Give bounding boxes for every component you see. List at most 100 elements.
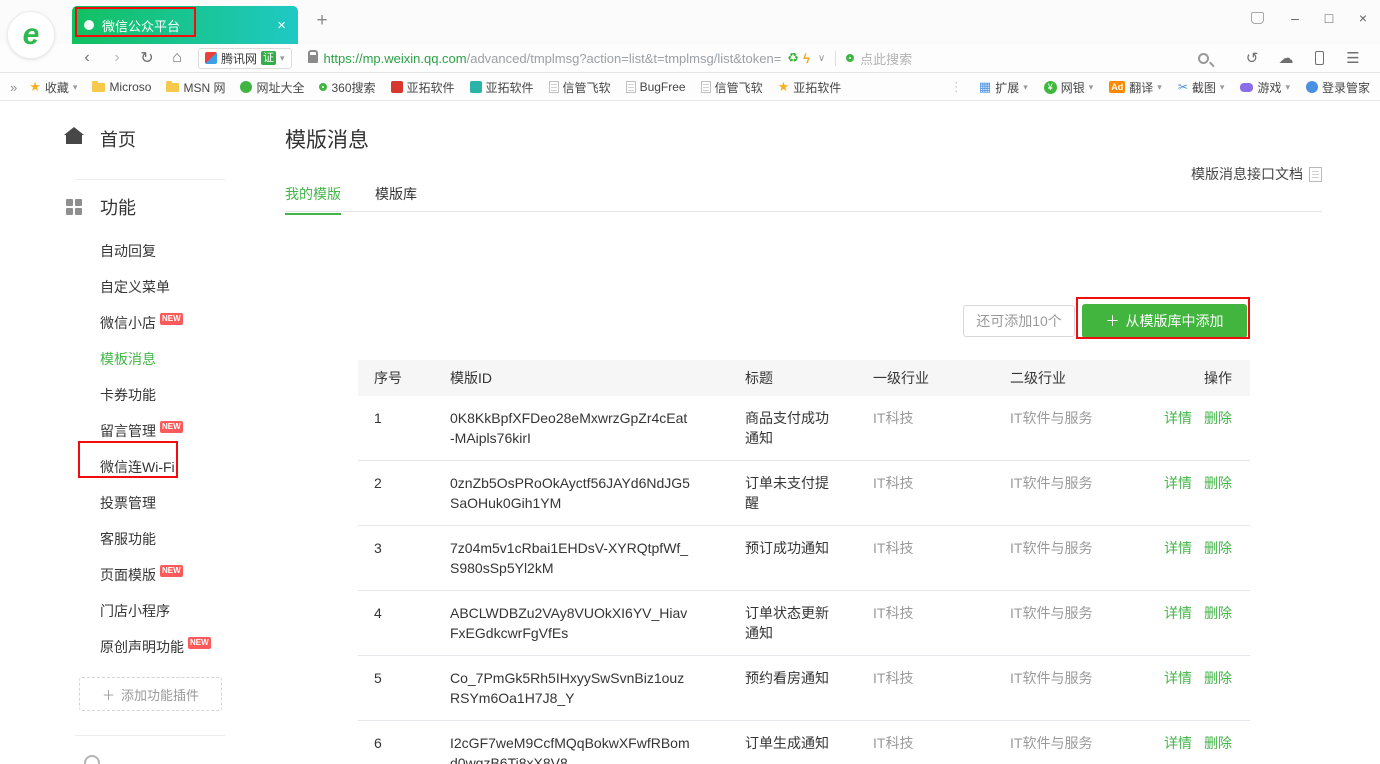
bookmark-xinguanfei-2[interactable]: 信管飞软	[701, 79, 763, 96]
bookmark-yatuo-1[interactable]: 亚拓软件	[391, 79, 455, 96]
add-plugin-button[interactable]: ＋ 添加功能插件	[79, 677, 222, 711]
tencent-logo-icon	[205, 52, 217, 64]
template-table: 序号 模版ID 标题 一级行业 二级行业 操作 1 0K8KkBpfXFDeo2…	[358, 360, 1250, 764]
home-icon[interactable]: ⌂	[162, 49, 192, 67]
ad-translate-icon: Ad	[1109, 81, 1125, 93]
sidebar-item-auto-reply[interactable]: 自动回复	[0, 233, 285, 269]
tencent-site-button[interactable]: 腾讯网 证 ▾	[198, 48, 292, 69]
recycle-extension-icon[interactable]: ♻	[787, 50, 799, 66]
bookmark-favorites[interactable]: ★ 收藏 ▾	[29, 79, 77, 96]
add-plugin-label: 添加功能插件	[121, 685, 199, 704]
toolbar-netbank[interactable]: ¥ 网银 ▾	[1044, 79, 1094, 96]
bookmark-label: 信管飞软	[563, 79, 611, 96]
sidebar-item-template-message[interactable]: 模板消息	[0, 341, 285, 377]
delete-link[interactable]: 删除	[1204, 410, 1232, 426]
detail-link[interactable]: 详情	[1164, 735, 1192, 751]
refresh-icon[interactable]: ↻	[132, 48, 162, 68]
cell-industry1: IT科技	[873, 526, 1010, 591]
browser-logo: e	[7, 11, 55, 59]
forward-icon[interactable]: ›	[102, 49, 132, 67]
url-text[interactable]: https://mp.weixin.qq.com/advanced/tmplms…	[324, 51, 782, 66]
site-favicon-icon	[391, 81, 403, 93]
bookmark-wangzhidaquan[interactable]: 网址大全	[240, 79, 304, 96]
search-input[interactable]: 点此搜索	[860, 49, 912, 68]
sidebar-item-customer-service[interactable]: 客服功能	[0, 521, 285, 557]
skin-icon[interactable]	[1251, 12, 1264, 24]
site-favicon-icon	[240, 81, 252, 93]
search-icon[interactable]	[1198, 53, 1209, 64]
cell-industry2: IT软件与服务	[1010, 656, 1150, 721]
star-icon: ★	[778, 79, 790, 95]
sidebar-item-card-coupon[interactable]: 卡券功能	[0, 377, 285, 413]
cell-title: 商品支付成功通知	[745, 396, 873, 461]
page-icon	[549, 81, 559, 93]
table-row: 5 Co_7PmGk5Rh5IHxyySwSvnBiz1ouzRSYm6Oa1H…	[358, 656, 1250, 721]
overflow-dots-icon[interactable]: ⋮	[950, 79, 963, 95]
sidebar-section-features[interactable]: 功能	[100, 194, 136, 220]
delete-link[interactable]: 删除	[1204, 540, 1232, 556]
navigation-bar: ‹ › ↻ ⌂ 腾讯网 证 ▾ https://mp.weixin.qq.com…	[0, 44, 1380, 73]
detail-link[interactable]: 详情	[1164, 540, 1192, 556]
undo-icon[interactable]: ↺	[1235, 49, 1269, 67]
bookmark-yatuo-3[interactable]: ★ 亚拓软件	[778, 79, 842, 96]
sidebar-item-page-template[interactable]: 页面模版NEW	[0, 557, 285, 593]
search-engine-icon[interactable]	[846, 54, 854, 62]
detail-link[interactable]: 详情	[1164, 475, 1192, 491]
sidebar-item-wifi[interactable]: 微信连Wi-Fi	[0, 449, 285, 485]
add-from-library-button[interactable]: ＋ 从模版库中添加	[1082, 304, 1247, 338]
sidebar-item-wechat-store[interactable]: 微信小店NEW	[0, 305, 285, 341]
bookmark-360search[interactable]: 360搜索	[319, 79, 375, 96]
toolbar-label: 扩展	[995, 79, 1019, 96]
sidebar-item-label: 客服功能	[100, 531, 156, 547]
maximize-button[interactable]: □	[1320, 10, 1338, 26]
back-icon[interactable]: ‹	[72, 49, 102, 67]
cert-badge: 证	[261, 51, 276, 65]
bookmark-bugfree[interactable]: BugFree	[626, 80, 686, 94]
close-button[interactable]: ×	[1354, 10, 1372, 26]
site-favicon-icon	[470, 81, 482, 93]
toolbar-screenshot[interactable]: ✂ 截图 ▾	[1178, 79, 1225, 96]
cloud-sync-icon[interactable]: ☁	[1269, 49, 1303, 67]
bookmark-label: MSN 网	[183, 79, 225, 96]
menu-icon[interactable]: ☰	[1336, 49, 1370, 67]
table-header-row: 序号 模版ID 标题 一级行业 二级行业 操作	[358, 360, 1250, 396]
toolbar-games[interactable]: 游戏 ▾	[1240, 79, 1290, 96]
toolbar-translate[interactable]: Ad 翻译 ▾	[1109, 79, 1162, 96]
sidebar-item-original-statement[interactable]: 原创声明功能NEW	[0, 629, 285, 665]
minimize-button[interactable]: –	[1286, 10, 1304, 26]
detail-link[interactable]: 详情	[1164, 410, 1192, 426]
sidebar-item-label: 微信小店	[100, 315, 156, 331]
bookmark-yatuo-2[interactable]: 亚拓软件	[470, 79, 534, 96]
cell-industry2: IT软件与服务	[1010, 461, 1150, 526]
chevron-down-icon: ▾	[1089, 82, 1094, 93]
toolbar-extensions[interactable]: ▦ 扩展 ▾	[979, 79, 1028, 96]
cell-industry2: IT软件与服务	[1010, 721, 1150, 764]
delete-link[interactable]: 删除	[1204, 735, 1232, 751]
detail-link[interactable]: 详情	[1164, 670, 1192, 686]
template-message-api-doc-link[interactable]: 模版消息接口文档	[1191, 164, 1322, 184]
new-tab-button[interactable]: +	[310, 10, 334, 32]
bookmark-folder-microso[interactable]: Microso	[92, 80, 151, 94]
extensions-grid-icon: ▦	[979, 79, 991, 95]
sidebar-item-custom-menu[interactable]: 自定义菜单	[0, 269, 285, 305]
browser-tab[interactable]: 微信公众平台 ×	[72, 6, 298, 44]
favorites-panel-toggle-icon[interactable]: »	[10, 80, 17, 95]
sidebar-home[interactable]: 首页	[100, 126, 136, 152]
mobile-icon[interactable]	[1315, 51, 1324, 65]
detail-link[interactable]: 详情	[1164, 605, 1192, 621]
cell-industry1: IT科技	[873, 591, 1010, 656]
delete-link[interactable]: 删除	[1204, 670, 1232, 686]
delete-link[interactable]: 删除	[1204, 605, 1232, 621]
url-dropdown-icon[interactable]: ∨	[818, 53, 825, 64]
lightning-extension-icon[interactable]: ϟ	[803, 51, 810, 66]
bookmark-xinguanfei-1[interactable]: 信管飞软	[549, 79, 611, 96]
sidebar-item-store-miniprogram[interactable]: 门店小程序	[0, 593, 285, 629]
sidebar-item-voting[interactable]: 投票管理	[0, 485, 285, 521]
bookmark-folder-msn[interactable]: MSN 网	[166, 79, 225, 96]
tab-close-icon[interactable]: ×	[275, 17, 288, 34]
toolbar-login-manager[interactable]: 登录管家	[1306, 79, 1370, 96]
sidebar-item-comment-management[interactable]: 留言管理NEW	[0, 413, 285, 449]
delete-link[interactable]: 删除	[1204, 475, 1232, 491]
browser-tab-bar: e 微信公众平台 × + – □ ×	[0, 0, 1380, 44]
cell-template-id: I2cGF7weM9CcfMQqBokwXFwfRBomd0wgzB6Ti8xX…	[450, 721, 745, 764]
